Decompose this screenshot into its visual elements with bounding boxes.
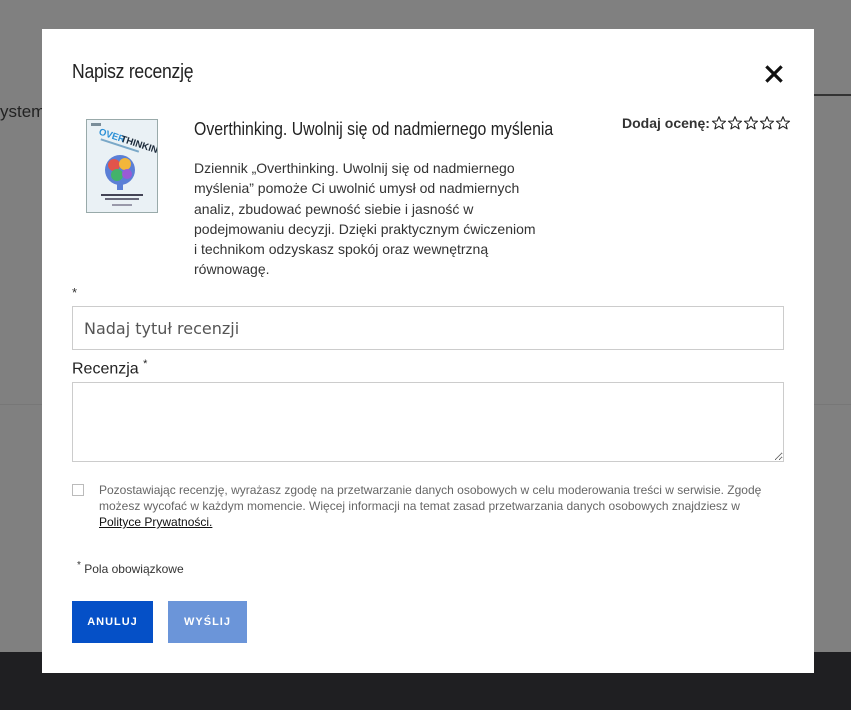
- background-divider-right: [814, 404, 851, 405]
- star-outline-icon: [743, 116, 758, 130]
- rating-star-2[interactable]: [727, 115, 743, 131]
- background-header-line: [814, 94, 851, 96]
- background-divider-left: [0, 404, 42, 405]
- consent-text: Pozostawiając recenzję, wyrażasz zgodę n…: [99, 482, 769, 530]
- privacy-policy-link[interactable]: Polityce Prywatności.: [99, 515, 212, 529]
- consent-text-body: Pozostawiając recenzję, wyrażasz zgodę n…: [99, 483, 762, 513]
- cancel-button[interactable]: ANULUJ: [72, 601, 153, 643]
- review-required-mark: *: [143, 358, 148, 370]
- title-required-mark: *: [72, 285, 78, 300]
- rating-star-5[interactable]: [775, 115, 791, 131]
- star-outline-icon: [759, 116, 774, 130]
- star-outline-icon: [775, 116, 790, 130]
- review-label: Recenzja *: [72, 358, 147, 378]
- review-title-input[interactable]: [72, 306, 784, 350]
- required-note-mark: *: [77, 560, 81, 571]
- product-title: Overthinking. Uwolnij się od nadmiernego…: [194, 119, 554, 139]
- rating-star-3[interactable]: [743, 115, 759, 131]
- send-button[interactable]: WYŚLIJ: [168, 601, 247, 643]
- product-description: Dziennik „Overthinking. Uwolnij się od n…: [194, 160, 536, 278]
- star-outline-icon: [711, 116, 726, 130]
- rating-widget: Dodaj ocenę:: [622, 115, 791, 131]
- review-label-text: Recenzja: [72, 360, 139, 378]
- rating-star-4[interactable]: [759, 115, 775, 131]
- review-modal: Napisz recenzję OVER THINKING Overthinki: [42, 29, 814, 673]
- close-icon: [765, 65, 783, 83]
- close-button[interactable]: [764, 64, 784, 84]
- rating-star-1[interactable]: [711, 115, 727, 131]
- product-cover-image: OVER THINKING: [86, 119, 158, 213]
- required-note-text: Pola obowiązkowe: [84, 562, 184, 576]
- required-fields-note: * Pola obowiązkowe: [77, 560, 184, 576]
- background-partial-text: ystem: [0, 102, 42, 121]
- review-textarea[interactable]: [72, 382, 784, 462]
- star-outline-icon: [727, 116, 742, 130]
- consent-checkbox[interactable]: [72, 484, 84, 496]
- rating-label: Dodaj ocenę:: [622, 115, 710, 131]
- modal-title: Napisz recenzję: [72, 61, 194, 83]
